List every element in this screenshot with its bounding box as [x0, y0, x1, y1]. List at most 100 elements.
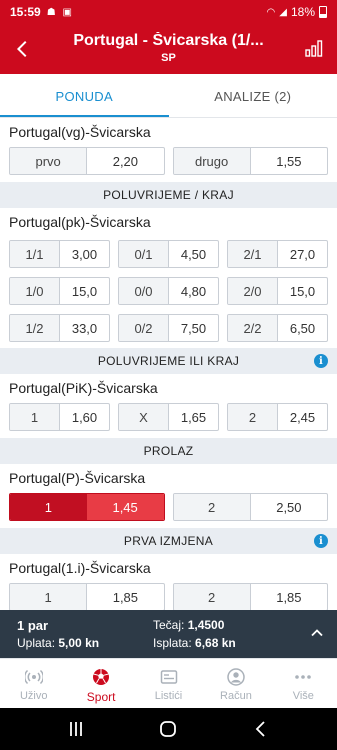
odd-button[interactable]: 1/2 33,0 — [9, 314, 110, 342]
info-icon[interactable]: i — [314, 534, 328, 548]
football-icon — [93, 669, 110, 685]
odds-row: 1 1,45 2 2,50 — [0, 493, 337, 521]
odd-button[interactable]: drugo 1,55 — [172, 147, 328, 175]
back-arrow-icon[interactable] — [12, 38, 34, 60]
betslip-odds: Tečaj: 1,4500 — [153, 618, 224, 632]
odd-label: 1/0 — [10, 278, 60, 304]
odd-label: 1/1 — [10, 241, 60, 267]
odd-button[interactable]: 2/0 15,0 — [227, 277, 328, 305]
odd-button[interactable]: 1/0 15,0 — [9, 277, 110, 305]
odd-button[interactable]: 0/1 4,50 — [118, 240, 219, 268]
market-title: Portugal(vg)-Švicarska — [9, 124, 151, 140]
odd-value: 1,55 — [276, 153, 302, 169]
odd-value: 1,85 — [276, 589, 302, 605]
user-icon — [227, 668, 245, 686]
market-title: Portugal(pk)-Švicarska — [9, 214, 151, 230]
odds-row: 1/1 3,00 0/1 4,50 2/1 27,0 — [0, 240, 337, 268]
payout-label: Isplata: — [153, 636, 192, 650]
info-icon[interactable]: i — [314, 354, 328, 368]
odds-value: 1,4500 — [187, 618, 225, 632]
section-header: PRVA IZMJENA i — [0, 528, 337, 554]
betslip-pairs: 1 par — [17, 618, 49, 633]
odd-button[interactable]: 2/2 6,50 — [227, 314, 328, 342]
header-title-block: Portugal - Švicarska (1/... SP — [50, 32, 287, 64]
odds-row: 1 1,60 X 1,65 2 2,45 — [0, 403, 337, 431]
odd-value: 4,80 — [180, 283, 207, 299]
odd-button[interactable]: prvo 2,20 — [9, 147, 165, 175]
odds-row: 1 1,85 2 1,85 — [0, 583, 337, 610]
market-title: Portugal(P)-Švicarska — [9, 470, 146, 486]
status-time: 15:59 — [10, 5, 41, 19]
odd-label: 2 — [173, 494, 251, 520]
section-header: PROLAZ — [0, 438, 337, 464]
odd-button[interactable]: 2 2,45 — [227, 403, 328, 431]
odd-button[interactable]: 0/0 4,80 — [118, 277, 219, 305]
nav-item-racun[interactable]: Račun — [202, 659, 269, 708]
section-title: POLUVRIJEME / KRAJ — [103, 188, 234, 202]
odd-value: 15,0 — [71, 283, 98, 299]
odd-value: 2,50 — [276, 499, 302, 515]
odd-value: 1,65 — [180, 409, 207, 425]
section-title: POLUVRIJEME ILI KRAJ — [97, 354, 240, 368]
market-title: Portugal(1.i)-Švicarska — [9, 560, 151, 576]
odd-button[interactable]: 0/2 7,50 — [118, 314, 219, 342]
odd-value: 2,45 — [289, 409, 316, 425]
odd-value: 7,50 — [180, 320, 207, 336]
betslip-stake: Uplata: 5,00 kn — [17, 636, 99, 650]
recent-apps-icon[interactable] — [67, 720, 85, 738]
odd-button[interactable]: 1 1,85 — [9, 583, 165, 610]
odd-button[interactable]: 1 1,60 — [9, 403, 110, 431]
status-right: ◠ ◢ 18% — [267, 5, 327, 19]
odd-label: 2/0 — [228, 278, 278, 304]
odds-row: prvo 2,20 drugo 1,55 — [0, 147, 337, 175]
odd-button[interactable]: 2 2,50 — [172, 493, 328, 521]
odd-value: 2,20 — [112, 153, 139, 169]
odd-label: 1 — [10, 404, 60, 430]
stake-label: Uplata: — [17, 636, 56, 650]
tab-analize[interactable]: ANALIZE (2) — [169, 74, 337, 117]
betslip-payout: Isplata: 6,68 kn — [153, 636, 236, 650]
nav-item-sport[interactable]: Sport — [67, 659, 134, 708]
odd-label: prvo — [10, 148, 88, 174]
wifi-icon: ◠ — [266, 6, 276, 18]
nav-item-vise[interactable]: Više — [270, 659, 337, 708]
statistics-icon[interactable] — [305, 39, 323, 57]
odds-row: 1/0 15,0 0/0 4,80 2/0 15,0 — [0, 277, 337, 305]
system-navigation-bar — [0, 708, 337, 750]
odd-label: 1 — [10, 584, 88, 610]
market-title: Portugal(PiK)-Švicarska — [9, 380, 158, 396]
odd-value: 1,45 — [86, 494, 164, 520]
chevron-up-icon[interactable] — [311, 627, 323, 639]
betslip-bar[interactable]: 1 par Uplata: 5,00 kn Tečaj: 1,4500 Ispl… — [0, 610, 337, 658]
nav-label: Sport — [86, 690, 116, 704]
ticket-icon — [160, 670, 177, 684]
odd-label: X — [119, 404, 169, 430]
odd-label: 0/2 — [119, 315, 169, 341]
section-header: POLUVRIJEME / KRAJ — [0, 182, 337, 208]
odd-label: 1 — [10, 494, 87, 520]
tab-ponuda[interactable]: PONUDA — [0, 74, 169, 117]
odd-value: 4,50 — [180, 246, 207, 262]
nav-label: Račun — [220, 690, 252, 702]
nav-item-uzivo[interactable]: Uživo — [0, 659, 67, 708]
app-bar: Portugal - Švicarska (1/... SP — [0, 24, 337, 74]
page-subtitle: SP — [161, 52, 176, 64]
more-icon — [295, 675, 312, 679]
odd-button[interactable]: X 1,65 — [118, 403, 219, 431]
nav-item-listici[interactable]: Listići — [135, 659, 202, 708]
odd-button[interactable]: 1/1 3,00 — [9, 240, 110, 268]
odd-value: 3,00 — [71, 246, 98, 262]
odds-row: 1/2 33,0 0/2 7,50 2/2 6,50 — [0, 314, 337, 342]
odd-button[interactable]: 2/1 27,0 — [227, 240, 328, 268]
odd-value: 1,85 — [112, 589, 139, 605]
odd-value: 6,50 — [289, 320, 316, 336]
nav-label: Listići — [154, 690, 183, 702]
odd-button[interactable]: 2 1,85 — [172, 583, 328, 610]
back-icon[interactable] — [252, 720, 270, 738]
home-icon[interactable] — [159, 720, 177, 738]
odd-button-selected[interactable]: 1 1,45 — [9, 493, 165, 521]
odd-label: 2 — [228, 404, 278, 430]
markets-list[interactable]: Portugal(vg)-Švicarska prvo 2,20 drugo 1,5… — [0, 118, 337, 610]
nav-label: Više — [292, 690, 314, 702]
odd-value: 27,0 — [289, 246, 316, 262]
